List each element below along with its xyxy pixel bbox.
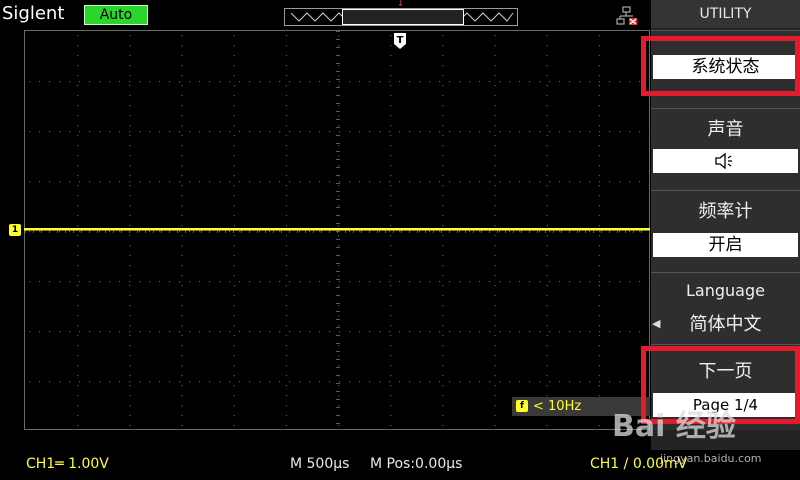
trigger-mode-badge: Auto (84, 5, 148, 25)
menu-frequency-counter-button[interactable]: 频率计 开启 (651, 190, 800, 272)
memory-position-readout: M Pos:0.00µs (370, 456, 463, 472)
language-value: 简体中文 (689, 314, 762, 335)
menu-language-button[interactable]: Language ◀ 简体中文 (651, 272, 800, 344)
watermark-url: jingyan.baidu.com (660, 452, 762, 465)
network-disconnected-icon (616, 6, 637, 25)
frequency-icon: f (516, 400, 528, 412)
timebase-readout: M 500µs (290, 456, 350, 472)
sound-label: 声音 (707, 119, 744, 140)
trigger-position-icon[interactable]: T (393, 32, 407, 50)
menu-title: UTILITY (651, 0, 800, 28)
trigger-marker-label: T (397, 35, 404, 46)
frequency-readout: < 10Hz (533, 399, 582, 414)
watermark-logo: Bai 经验 (612, 409, 736, 444)
brand-label: Siglent (2, 3, 65, 24)
ch1-level-marker[interactable]: 1 (9, 224, 21, 236)
frequency-counter-label: 频率计 (698, 201, 753, 222)
menu-sound-button[interactable]: 声音 (651, 108, 800, 190)
trace-line (24, 228, 650, 231)
language-label: Language (686, 281, 765, 300)
sound-value (653, 149, 798, 173)
ch1-waveform-trace (24, 228, 650, 231)
speaker-icon (714, 152, 732, 170)
highlight-system-status (641, 36, 800, 96)
trigger-position-marker: ↓ (397, 0, 404, 8)
timeline-view-window[interactable] (342, 9, 464, 25)
frequency-counter-value: 开启 (653, 233, 798, 257)
ch1-scale-readout: CH1═ 1.00V (26, 456, 109, 472)
